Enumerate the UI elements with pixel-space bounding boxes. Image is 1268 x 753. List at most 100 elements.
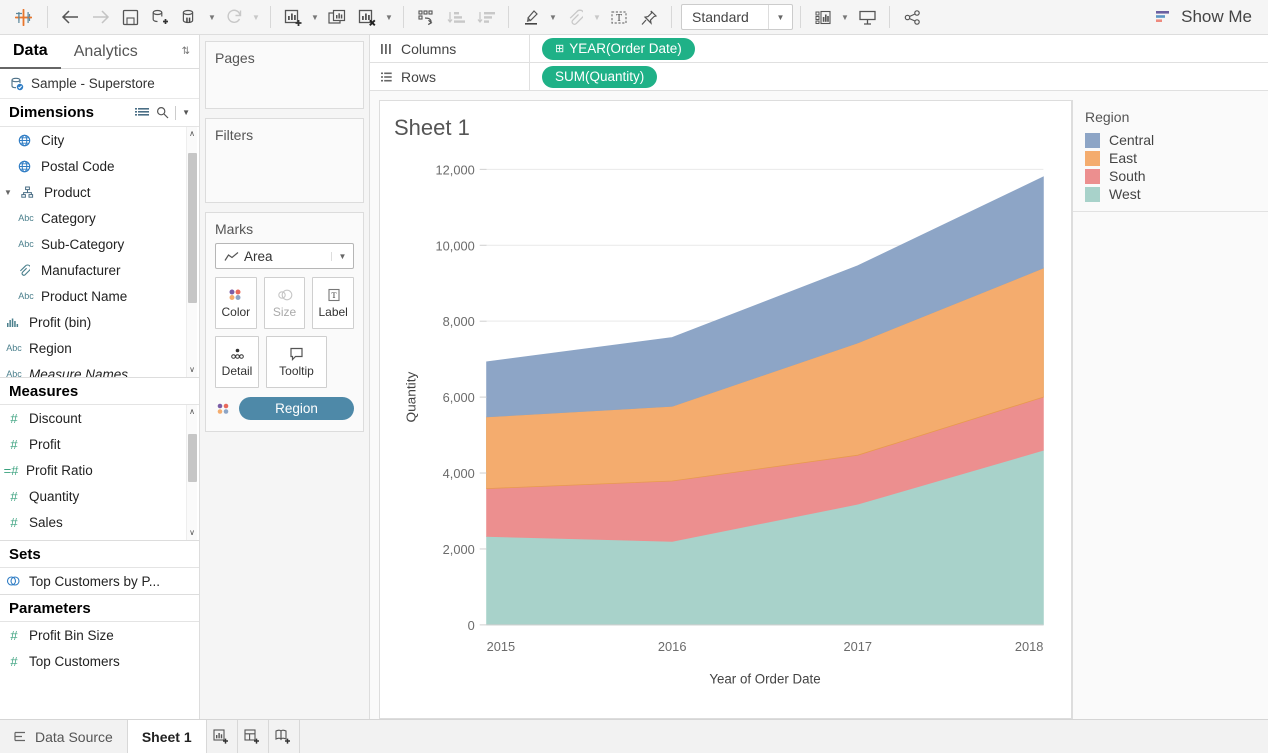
- new-worksheet-dropdown[interactable]: ▼: [308, 3, 322, 31]
- legend-item-south[interactable]: South: [1073, 167, 1268, 185]
- tab-analytics[interactable]: Analytics: [61, 35, 151, 68]
- field-discount[interactable]: # Discount: [0, 405, 199, 431]
- color-button[interactable]: Color: [215, 277, 257, 329]
- text-box-button[interactable]: T: [604, 3, 634, 31]
- sets-list[interactable]: Top Customers by P...: [0, 568, 199, 594]
- field-postal-code[interactable]: Postal Code: [0, 153, 199, 179]
- scroll-up-icon[interactable]: ∧: [189, 405, 195, 419]
- data-source-tab[interactable]: Data Source: [0, 720, 128, 753]
- sheet-tab-sheet-1[interactable]: Sheet 1: [127, 720, 207, 753]
- measures-scrollbar[interactable]: ∧ ∨: [186, 405, 197, 540]
- show-me-button[interactable]: Show Me: [1145, 3, 1262, 31]
- label-button[interactable]: T Label: [312, 277, 355, 329]
- worksheet-canvas[interactable]: Sheet 1 0 2,000 4,000 6,000 8,000 10,000 12,00…: [379, 100, 1072, 719]
- x-axis-title[interactable]: Year of Order Date: [709, 671, 820, 686]
- pause-auto-updates-dropdown[interactable]: ▼: [205, 3, 219, 31]
- duplicate-sheet-button[interactable]: [322, 3, 352, 31]
- cards-grid-dropdown[interactable]: ▼: [838, 3, 852, 31]
- toolbar-divider-6: [800, 6, 801, 28]
- pages-card[interactable]: Pages: [205, 41, 364, 109]
- chart-area[interactable]: 0 2,000 4,000 6,000 8,000 10,000 12,000 2015 201…: [380, 141, 1071, 718]
- filters-card[interactable]: Filters: [205, 118, 364, 203]
- presentation-screen-button[interactable]: [852, 3, 882, 31]
- area-chart[interactable]: 0 2,000 4,000 6,000 8,000 10,000 12,000 2015 201…: [380, 141, 1071, 718]
- columns-drop-zone[interactable]: ⊞ YEAR(Order Date): [530, 37, 1268, 60]
- share-nodes-button[interactable]: [897, 3, 927, 31]
- legend-item-east[interactable]: East: [1073, 149, 1268, 167]
- mark-pill-region[interactable]: Region: [239, 397, 354, 420]
- highlighter-button[interactable]: [516, 3, 546, 31]
- mark-type-dropdown[interactable]: ▼: [331, 251, 353, 261]
- field-group-product[interactable]: ▼ Product: [0, 179, 199, 205]
- tooltip-button[interactable]: Tooltip: [266, 336, 327, 388]
- clear-sheet-button[interactable]: [352, 3, 382, 31]
- field-sales[interactable]: # Sales: [0, 509, 199, 535]
- legend-item-west[interactable]: West: [1073, 185, 1268, 203]
- fit-dropdown-caret[interactable]: ▼: [768, 5, 792, 29]
- field-profit-ratio[interactable]: =# Profit Ratio: [0, 457, 199, 483]
- paperclip-button[interactable]: [560, 3, 590, 31]
- legend-item-central[interactable]: Central: [1073, 131, 1268, 149]
- columns-shelf[interactable]: Columns ⊞ YEAR(Order Date): [370, 35, 1268, 63]
- rows-drop-zone[interactable]: SUM(Quantity): [530, 65, 1268, 88]
- refresh-button[interactable]: [219, 3, 249, 31]
- refresh-dropdown[interactable]: ▼: [249, 3, 263, 31]
- save-button[interactable]: [115, 3, 145, 31]
- forward-button[interactable]: [85, 3, 115, 31]
- rows-shelf[interactable]: Rows SUM(Quantity): [370, 63, 1268, 91]
- pill-year-order-date[interactable]: ⊞ YEAR(Order Date): [542, 37, 695, 60]
- dimensions-scrollbar[interactable]: ∧ ∨: [186, 127, 197, 377]
- parameters-list[interactable]: # Profit Bin Size # Top Customers: [0, 622, 199, 674]
- field-top-customers[interactable]: # Top Customers: [0, 648, 199, 674]
- new-sheet-icon[interactable]: [207, 720, 238, 753]
- new-data-source-button[interactable]: [145, 3, 175, 31]
- pill-sum-quantity[interactable]: SUM(Quantity): [542, 65, 658, 88]
- pause-auto-updates-button[interactable]: [175, 3, 205, 31]
- field-category[interactable]: Abc Category: [0, 205, 199, 231]
- scroll-up-icon[interactable]: ∧: [189, 127, 195, 141]
- field-quantity[interactable]: # Quantity: [0, 483, 199, 509]
- new-story-icon[interactable]: [269, 720, 300, 753]
- sort-ascending-button[interactable]: [441, 3, 471, 31]
- pin-icon[interactable]: [634, 3, 664, 31]
- field-product-name[interactable]: Abc Product Name: [0, 283, 199, 309]
- swap-axes-button[interactable]: [411, 3, 441, 31]
- field-top-customers-by-profit[interactable]: Top Customers by P...: [0, 568, 199, 594]
- grid-view-icon[interactable]: [135, 107, 150, 119]
- scroll-down-icon[interactable]: ∨: [189, 526, 195, 540]
- search-icon[interactable]: [156, 106, 169, 119]
- tab-data[interactable]: Data: [0, 34, 61, 69]
- sort-descending-button[interactable]: [471, 3, 501, 31]
- mark-type-selector[interactable]: Area ▼: [215, 243, 354, 269]
- cards-grid-button[interactable]: [808, 3, 838, 31]
- datasource-icon: [14, 730, 27, 743]
- field-label: Top Customers by P...: [29, 573, 161, 589]
- field-sub-category[interactable]: Abc Sub-Category: [0, 231, 199, 257]
- new-worksheet-button[interactable]: [278, 3, 308, 31]
- field-profit-bin[interactable]: Profit (bin): [0, 309, 199, 335]
- new-dashboard-icon[interactable]: [238, 720, 269, 753]
- field-region[interactable]: Abc Region: [0, 335, 199, 361]
- field-manufacturer[interactable]: Manufacturer: [0, 257, 199, 283]
- fit-selector[interactable]: Standard ▼: [681, 4, 793, 30]
- size-button[interactable]: Size: [263, 277, 306, 329]
- field-measure-names[interactable]: Abc Measure Names: [0, 361, 199, 378]
- field-profit-bin-size[interactable]: # Profit Bin Size: [0, 622, 199, 648]
- paperclip-dropdown[interactable]: ▼: [590, 3, 604, 31]
- back-button[interactable]: [55, 3, 85, 31]
- clear-sheet-dropdown[interactable]: ▼: [382, 3, 396, 31]
- highlighter-dropdown[interactable]: ▼: [546, 3, 560, 31]
- y-axis-title[interactable]: Quantity: [404, 371, 419, 422]
- scroll-down-icon[interactable]: ∨: [189, 363, 195, 377]
- chevron-down-icon[interactable]: ▼: [182, 108, 190, 117]
- measures-list[interactable]: # Discount # Profit =# Profit Ratio # Qu…: [0, 405, 199, 540]
- field-city[interactable]: City: [0, 127, 199, 153]
- tableau-logo-icon[interactable]: [6, 3, 40, 31]
- dimensions-list[interactable]: City Postal Code ▼ Product Abc Category: [0, 127, 199, 377]
- chevron-expanded-icon[interactable]: ▼: [4, 188, 14, 197]
- plus-box-icon[interactable]: ⊞: [555, 42, 564, 55]
- detail-button[interactable]: Detail: [215, 336, 259, 388]
- datasource-item[interactable]: Sample - Superstore: [0, 69, 199, 99]
- field-profit[interactable]: # Profit: [0, 431, 199, 457]
- sort-updown-icon[interactable]: ⇅: [173, 46, 199, 57]
